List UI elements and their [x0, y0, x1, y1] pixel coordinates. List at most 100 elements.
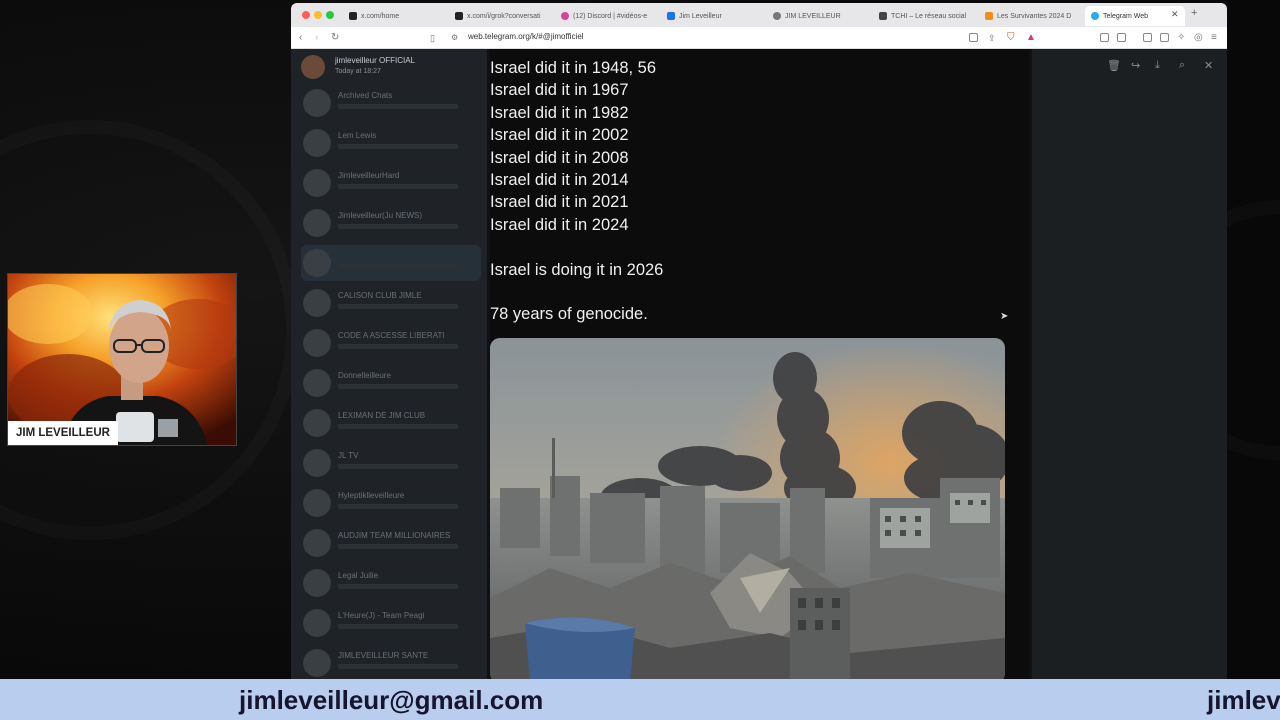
banner-email-scrolling: jimlev	[1207, 685, 1280, 715]
chat-preview	[338, 344, 458, 349]
forward-icon[interactable]: ↪	[1131, 59, 1140, 72]
chat-list-item[interactable]: JimleveilleurHard	[301, 165, 481, 201]
chat-name: Jimleveilleur(Ju NEWS)	[338, 211, 423, 220]
tab-label: (12) Discord | #vidéos-e	[573, 12, 648, 20]
extensions-icon[interactable]	[1100, 33, 1109, 42]
bookmark-icon[interactable]: ▯	[430, 31, 435, 45]
avatar	[301, 55, 325, 79]
media-sender[interactable]: jimleveilleur OFFICIAL Today at 18:27	[299, 53, 489, 83]
wallet-icon[interactable]	[1117, 33, 1126, 42]
chat-name: AUDJIM TEAM MILLIONAIRES	[338, 531, 451, 540]
share-icon[interactable]: ⇪	[988, 31, 996, 45]
brave-shield-icon[interactable]: ⛉	[1007, 31, 1015, 45]
chat-list-item[interactable]: Archived Chats	[301, 85, 481, 121]
avatar	[303, 409, 331, 437]
post-line: Israel did it in 1967	[490, 81, 629, 100]
tab-telegram[interactable]: Telegram Web	[1085, 6, 1185, 26]
chat-list-item[interactable]: CODE A ASCESSE LIBERATI	[301, 325, 481, 361]
chat-list-item[interactable]: Donnelleilleure	[301, 365, 481, 401]
media-post: Israel did it in 1948, 56 Israel did it …	[490, 49, 1029, 679]
avatar	[303, 609, 331, 637]
chat-preview	[338, 144, 458, 149]
tab-label: Les Survivantes 2024 D	[997, 12, 1072, 20]
chat-list-item[interactable]: Legal Juilie	[301, 565, 481, 601]
tab-x-home[interactable]: x.com/home	[343, 6, 449, 26]
browser-window: x.com/home x.com/i/grok?conversati (12) …	[291, 3, 1227, 679]
chat-name: Archived Chats	[338, 91, 393, 100]
chat-list-item[interactable]: AUDJIM TEAM MILLIONAIRES	[301, 525, 481, 561]
x-logo-icon	[349, 12, 357, 20]
avatar	[303, 369, 331, 397]
chat-name: LEXIMAN DE JIM CLUB	[338, 411, 426, 420]
chat-preview	[338, 664, 458, 669]
delete-icon[interactable]: 🗑	[1107, 59, 1121, 72]
chat-list-item[interactable]: JL TV	[301, 445, 481, 481]
media-viewer-backdrop[interactable]: 🗑 ↪ ⤓ ⌕ ✕	[1032, 49, 1227, 679]
chat-name: L'Heure(J) - Team Peagi	[338, 611, 425, 620]
chat-list-item[interactable]: L'Heure(J) - Team Peagi	[301, 605, 481, 641]
tab-label: TCHI – Le réseau social	[891, 12, 967, 20]
maximize-window-button[interactable]	[326, 11, 334, 19]
leo-icon[interactable]: ✧	[1177, 31, 1185, 45]
chat-list-item[interactable]: Hyleptiklleveilleure	[301, 485, 481, 521]
post-line: Israel did it in 2014	[490, 170, 629, 189]
chat-list-item[interactable]: LEXIMAN DE JIM CLUB	[301, 405, 481, 441]
download-icon[interactable]: ⤓	[1155, 59, 1160, 72]
chat-list-item[interactable]: JIMLEVEILLEUR SANTE	[301, 645, 481, 679]
post-line: Israel is doing it in 2026	[490, 260, 664, 279]
post-line: 78 years of genocide.	[490, 305, 648, 324]
chat-preview	[338, 584, 458, 589]
avatar	[303, 649, 331, 677]
chat-name: JimleveilleurHard	[338, 171, 400, 180]
chat-name: Donnelleilleure	[338, 371, 391, 380]
avatar	[303, 329, 331, 357]
site-info-icon[interactable]: ⚙	[451, 31, 458, 45]
tab-label: Jim Leveilleur	[679, 12, 722, 20]
chat-list-item[interactable]: Lem Lewis	[301, 125, 481, 161]
cast-icon[interactable]	[969, 33, 978, 42]
tab-survivantes[interactable]: Les Survivantes 2024 D	[979, 6, 1085, 26]
post-text: Israel did it in 1948, 56 Israel did it …	[490, 57, 663, 326]
forward-icon[interactable]: ›	[315, 31, 318, 45]
tab-x-grok[interactable]: x.com/i/grok?conversati	[449, 6, 555, 26]
chat-preview	[338, 624, 458, 629]
address-bar[interactable]: web.telegram.org/k/#@jimofficiel	[468, 32, 584, 41]
avatar	[303, 449, 331, 477]
chat-list-item[interactable]	[301, 245, 481, 281]
tab-tchi[interactable]: TCHI – Le réseau social	[873, 6, 979, 26]
avatar	[303, 569, 331, 597]
vpn-icon[interactable]: ◎	[1194, 31, 1203, 45]
close-icon[interactable]: ✕	[1204, 59, 1213, 72]
tab-search-icon[interactable]	[1160, 33, 1169, 42]
tab-facebook[interactable]: Jim Leveilleur	[661, 6, 767, 26]
close-tab-icon[interactable]: ✕	[1171, 9, 1179, 20]
tab-jim-leveilleur[interactable]: JIM LEVEILLEUR	[767, 6, 873, 26]
sidebar-toggle-icon[interactable]	[1143, 33, 1152, 42]
chat-preview	[338, 184, 458, 189]
close-window-button[interactable]	[302, 11, 310, 19]
post-line: Israel did it in 1948, 56	[490, 59, 657, 77]
discord-icon	[561, 12, 569, 20]
post-line: Israel did it in 2024	[490, 215, 629, 234]
telegram-web: jimleveilleur OFFICIAL Today at 18:27 Ar…	[291, 49, 1227, 679]
back-icon[interactable]: ‹	[299, 31, 302, 45]
banner-email: jimleveilleur@gmail.com	[239, 685, 544, 715]
rewards-icon[interactable]: ▲	[1026, 31, 1036, 45]
menu-icon[interactable]: ≡	[1211, 31, 1217, 45]
minimize-window-button[interactable]	[314, 11, 322, 19]
reload-icon[interactable]: ↻	[331, 31, 339, 45]
chat-name: JIMLEVEILLEUR SANTE	[338, 651, 429, 660]
mouse-cursor-icon: ➤	[1000, 311, 1009, 322]
chat-list-item[interactable]: CALISON CLUB JIMLE	[301, 285, 481, 321]
navigation-bar: ‹ › ↻ ▯ ⚙ web.telegram.org/k/#@jimoffici…	[291, 27, 1227, 49]
new-tab-icon[interactable]: +	[1191, 7, 1197, 19]
chat-list-item[interactable]: Jimleveilleur(Ju NEWS)	[301, 205, 481, 241]
chat-preview	[338, 504, 458, 509]
post-line: Israel did it in 1982	[490, 103, 629, 122]
chat-list: jimleveilleur OFFICIAL Today at 18:27 Ar…	[291, 49, 487, 679]
chat-preview	[338, 424, 458, 429]
chat-preview	[338, 464, 458, 469]
tab-discord[interactable]: (12) Discord | #vidéos-e	[555, 6, 661, 26]
chat-name: Legal Juilie	[338, 571, 379, 580]
zoom-icon[interactable]: ⌕	[1179, 59, 1185, 72]
